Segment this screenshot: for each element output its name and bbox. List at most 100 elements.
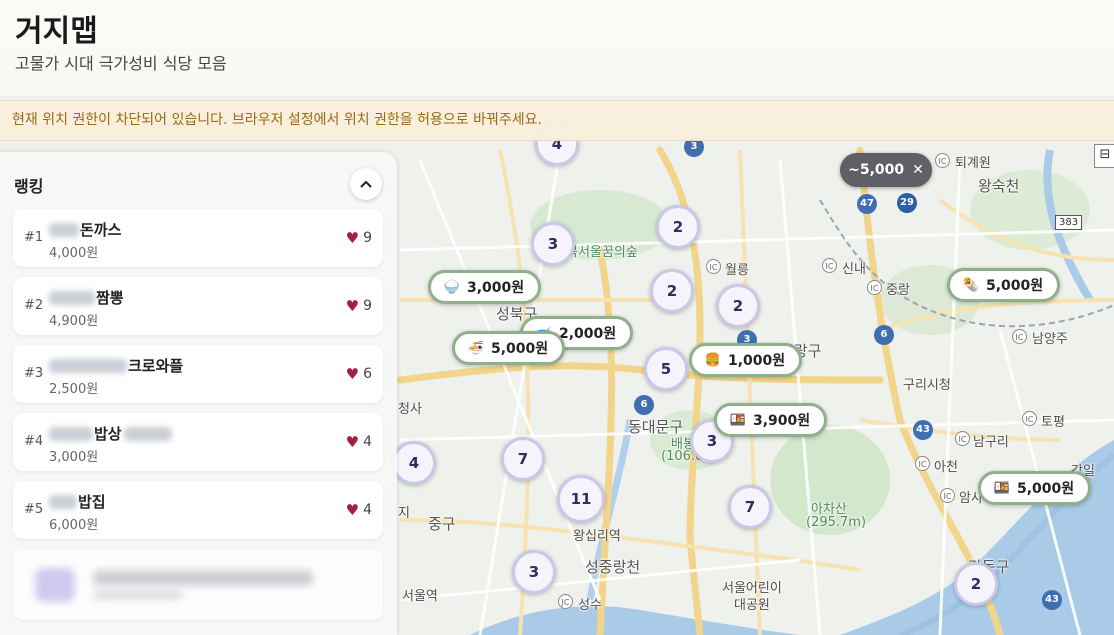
ranking-rank: #4 (24, 434, 44, 449)
ic-marker-icon: IC (915, 456, 930, 471)
map-label-cheongsa: 청사 (398, 402, 422, 417)
ic-marker-icon: JC (558, 594, 573, 609)
ic-marker-icon: IC (955, 431, 970, 446)
ranking-rank: #1 (24, 230, 44, 245)
ranking-rank: #5 (24, 502, 44, 517)
map-cluster[interactable]: 3 (512, 550, 556, 594)
map-label-acheon: 아천 (934, 460, 958, 475)
price-pin[interactable]: 🌯 5,000원 (947, 268, 1061, 302)
map-label-toegyewon: 퇴계원 (955, 156, 991, 171)
map-cluster[interactable]: 5 (644, 347, 688, 391)
ranking-item[interactable]: #5 밥집 6,000원 ♥ 4 (13, 481, 383, 539)
route-shield: 6 (874, 325, 894, 345)
app-header: 거지맵 고물가 시대 극가성비 식당 모음 (0, 0, 1114, 96)
ranking-name: 짬뽕 (49, 287, 124, 308)
location-permission-notice: 현재 위치 권한이 차단되어 있습니다. 브라우저 설정에서 위치 권한을 허용… (0, 100, 1114, 141)
map-cluster[interactable]: 4 (392, 441, 436, 485)
ranking-name: 크로와플 (49, 355, 183, 376)
pin-price: 3,000원 (467, 280, 525, 296)
ranking-item-blurred (13, 550, 383, 620)
route-shield: 47 (857, 194, 877, 214)
map-label-jung: 중구 (428, 515, 456, 533)
map-label-toepyeong: 토평 (1041, 415, 1065, 430)
route-shield: 43 (913, 420, 933, 440)
ranking-name: 밥상 (49, 423, 173, 444)
map-label-achasan-height: (295.7m) (806, 515, 867, 530)
map-label-childrens-park-2: 대공원 (734, 598, 770, 613)
chevron-up-icon (360, 177, 372, 192)
route-shield: 6 (634, 395, 654, 415)
map-label-guri: 구리시청 (903, 378, 951, 393)
map-label-namguri: 남구리 (973, 435, 1009, 450)
map-label-wangsimni: 왕십리역 (573, 529, 621, 544)
map-label-sinnae: 신내 (842, 262, 866, 277)
map-label-wolleung: 월릉 (725, 263, 749, 278)
heart-icon: ♥ (345, 433, 360, 451)
map-cluster[interactable]: 11 (557, 475, 605, 523)
ic-marker-icon: IC (867, 280, 882, 295)
price-filter-chip[interactable]: ~5,000 ✕ (840, 153, 932, 187)
ranking-item[interactable]: #2 짬뽕 4,900원 ♥ 9 (13, 277, 383, 335)
like-count: ♥ 6 (345, 365, 372, 383)
rice-bowl-icon: 🍚 (443, 279, 461, 295)
pin-price: 5,000원 (986, 278, 1044, 294)
ic-marker-icon: IC (1012, 329, 1027, 344)
like-count: ♥ 4 (345, 433, 372, 451)
like-count: ♥ 4 (345, 501, 372, 519)
route-shield: 43 (1042, 590, 1062, 610)
app-subtitle: 고물가 시대 극가성비 식당 모음 (15, 54, 227, 73)
pin-price: 5,000원 (491, 341, 549, 357)
close-icon[interactable]: ✕ (912, 162, 924, 178)
lunchbox-icon: 🍱 (729, 412, 747, 428)
lunchbox-icon: 🍱 (993, 480, 1011, 496)
pin-price: 2,000원 (559, 326, 617, 342)
ranking-item[interactable]: #1 돈까스 4,000원 ♥ 9 (13, 209, 383, 267)
map-cluster[interactable]: 2 (716, 284, 760, 328)
map-cluster[interactable]: 7 (728, 485, 772, 529)
map-label-jungrang: 중랑 (886, 283, 910, 298)
ranking-rank: #3 (24, 366, 44, 381)
map-cluster[interactable]: 2 (656, 205, 700, 249)
ranking-name: 밥집 (49, 491, 106, 512)
map-label-wangsukcheon: 왕숙천 (978, 177, 1020, 195)
app-title: 거지맵 (15, 14, 98, 49)
ranking-item[interactable]: #3 크로와플 2,500원 ♥ 6 (13, 345, 383, 403)
like-count: ♥ 9 (345, 229, 372, 247)
burger-icon: 🍔 (704, 352, 722, 368)
ic-marker-icon: IC (935, 153, 950, 168)
heart-icon: ♥ (345, 365, 360, 383)
avatar (35, 568, 75, 602)
collapse-button[interactable] (350, 168, 382, 200)
price-pin[interactable]: 🍜 5,000원 (452, 331, 566, 365)
price-pin[interactable]: 🍚 3,000원 (428, 270, 542, 304)
map-label-seongsu: 성수 (578, 598, 602, 613)
ic-marker-icon: IC (822, 258, 837, 273)
map-label-ji: 지 (398, 506, 410, 521)
price-pin[interactable]: 🍱 5,000원 (978, 471, 1092, 505)
ic-marker-icon: IC (940, 488, 955, 503)
pin-price: 3,900원 (753, 413, 811, 429)
gimbap-icon: 🌯 (962, 277, 980, 293)
ranking-price: 4,000원 (49, 246, 99, 261)
route-shield: 29 (897, 193, 917, 213)
ranking-price: 4,900원 (49, 314, 99, 329)
map-cluster[interactable]: 2 (954, 562, 998, 606)
map-cluster[interactable]: 3 (531, 222, 575, 266)
map-cluster[interactable]: 2 (650, 269, 694, 313)
ranking-price: 6,000원 (49, 518, 99, 533)
price-filter-label: ~5,000 (848, 162, 905, 178)
map-label-seongdong: 성중랑천 (585, 558, 641, 576)
map-zoom-button[interactable]: ⊟ (1094, 144, 1114, 168)
map-label-dreamforest: 북서울꿈의숲 (566, 245, 638, 260)
heart-icon: ♥ (345, 501, 360, 519)
like-count: ♥ 9 (345, 297, 372, 315)
blurred-text (93, 570, 313, 586)
price-pin[interactable]: 🍔 1,000원 (689, 343, 803, 377)
ranking-price: 3,000원 (49, 450, 99, 465)
map-label-seoul-station: 서울역 (402, 589, 438, 604)
ranking-title: 랭킹 (14, 177, 44, 196)
map-cluster[interactable]: 7 (501, 437, 545, 481)
price-pin[interactable]: 🍱 3,900원 (714, 403, 828, 437)
ranking-item[interactable]: #4 밥상 3,000원 ♥ 4 (13, 413, 383, 471)
pin-price: 5,000원 (1017, 481, 1075, 497)
